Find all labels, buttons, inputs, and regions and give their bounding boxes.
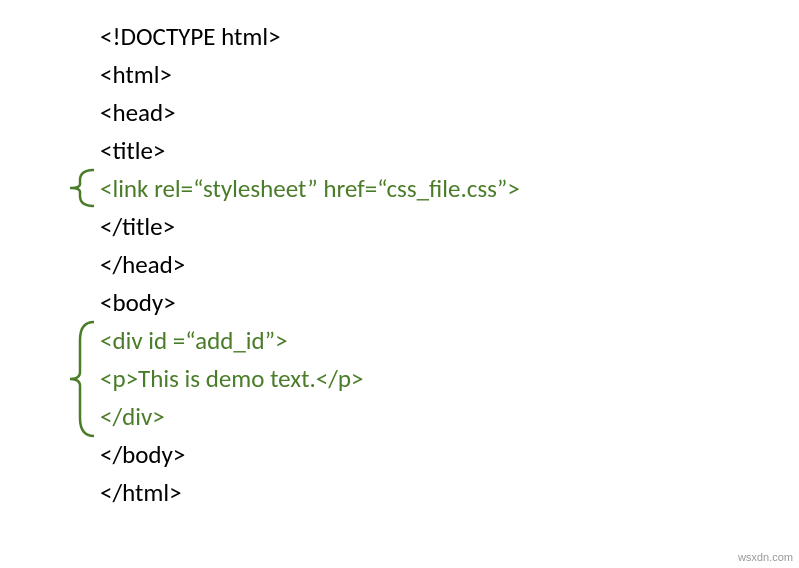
brace-icon-top [64, 168, 98, 208]
code-line-6: </title> [100, 208, 799, 246]
code-line-9-div-open: <div id =“add_id”> [100, 322, 799, 360]
code-line-13: </html> [100, 474, 799, 512]
code-line-3: <head> [100, 94, 799, 132]
code-line-5-link: <link rel=“stylesheet” href=“css_file.cs… [100, 170, 799, 208]
code-line-7: </head> [100, 246, 799, 284]
brace-icon-bottom [64, 320, 98, 438]
code-line-1: <!DOCTYPE html> [100, 18, 799, 56]
watermark-text: wsxdn.com [738, 552, 793, 564]
code-line-8: <body> [100, 284, 799, 322]
code-line-11-div-close: </div> [100, 398, 799, 436]
code-line-2: <html> [100, 56, 799, 94]
code-line-12: </body> [100, 436, 799, 474]
code-line-10-paragraph: <p>This is demo text.</p> [100, 360, 799, 398]
code-line-4: <title> [100, 132, 799, 170]
